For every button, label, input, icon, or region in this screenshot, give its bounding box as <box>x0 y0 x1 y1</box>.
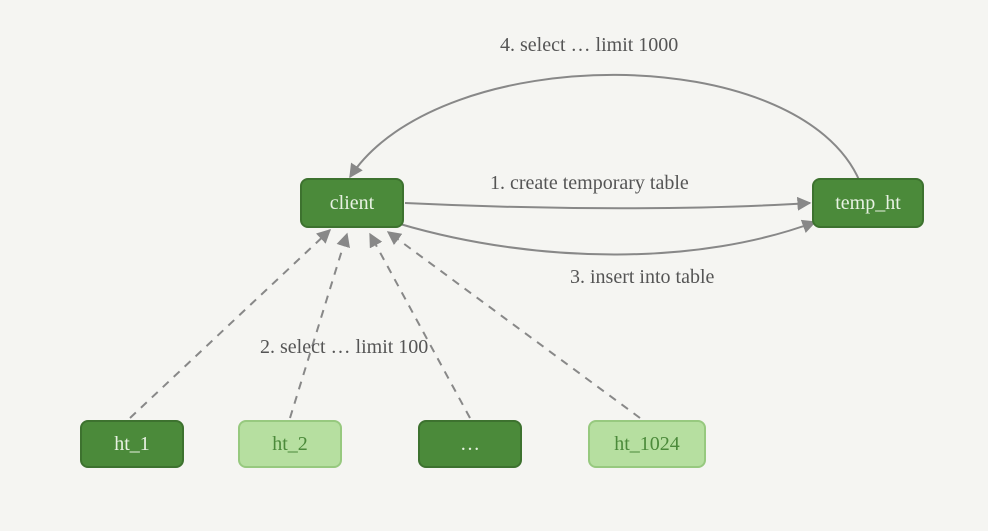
node-ht-2-label: ht_2 <box>272 433 308 456</box>
diagram-canvas: client temp_ht ht_1 ht_2 … ht_1024 4. se… <box>0 0 988 531</box>
edge-label-step2: 2. select … limit 100 <box>260 336 428 359</box>
node-ht-2: ht_2 <box>238 420 342 468</box>
node-ht-1024: ht_1024 <box>588 420 706 468</box>
edge-step3 <box>400 222 815 255</box>
edge-from-ht-1024 <box>388 232 640 418</box>
edge-from-ht-1 <box>130 230 330 418</box>
node-ht-1024-label: ht_1024 <box>614 433 680 456</box>
edge-from-ht-2 <box>290 234 347 418</box>
node-temp-ht: temp_ht <box>812 178 924 228</box>
edge-label-step3: 3. insert into table <box>570 266 714 289</box>
edge-label-step1: 1. create temporary table <box>490 172 689 195</box>
node-client-label: client <box>330 192 374 215</box>
node-ht-1: ht_1 <box>80 420 184 468</box>
node-client: client <box>300 178 404 228</box>
edge-from-dots <box>370 234 470 418</box>
edge-step1 <box>405 203 810 208</box>
node-ellipsis: … <box>418 420 522 468</box>
edge-step4 <box>350 75 860 182</box>
node-temp-ht-label: temp_ht <box>835 192 901 215</box>
edge-label-step4: 4. select … limit 1000 <box>500 34 678 57</box>
node-ellipsis-label: … <box>460 433 480 456</box>
node-ht-1-label: ht_1 <box>114 433 150 456</box>
